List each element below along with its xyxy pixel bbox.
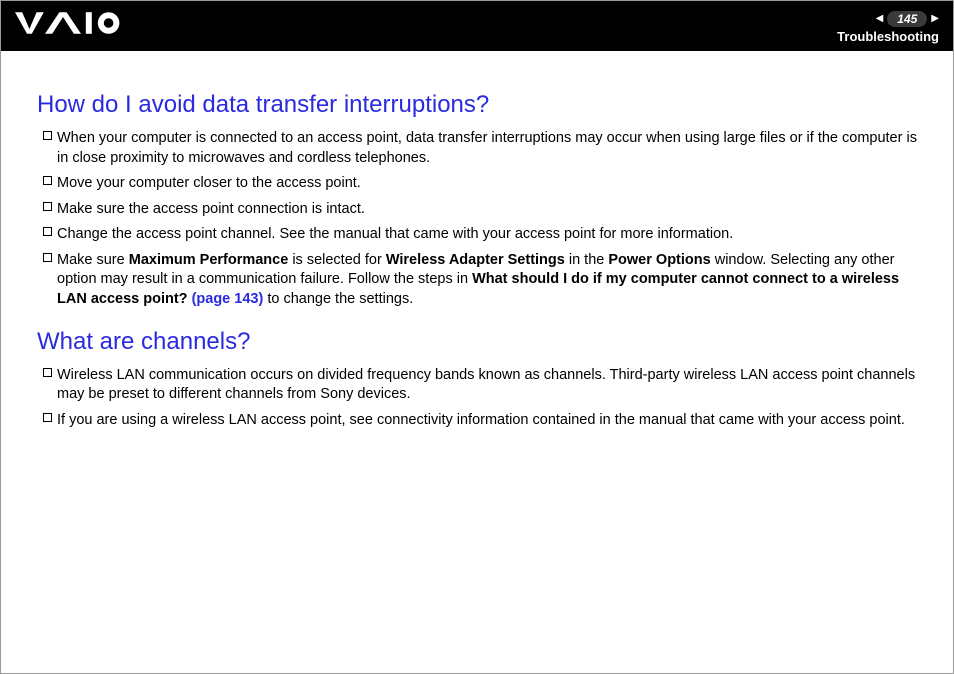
- list-item-text: When your computer is connected to an ac…: [57, 129, 925, 168]
- list-item: Move your computer closer to the access …: [37, 174, 925, 194]
- content: How do I avoid data transfer interruptio…: [1, 51, 953, 468]
- list-item: Wireless LAN communication occurs on div…: [37, 366, 925, 405]
- page: ◀ 145 ▶ Troubleshooting How do I avoid d…: [0, 0, 954, 674]
- header-bar: ◀ 145 ▶ Troubleshooting: [1, 1, 953, 51]
- bullet-icon: [37, 411, 57, 422]
- page-number: 145: [887, 11, 927, 27]
- page-link[interactable]: (page 143): [192, 291, 264, 307]
- vaio-logo: [15, 1, 135, 45]
- list-item: When your computer is connected to an ac…: [37, 129, 925, 168]
- list-item-text: Wireless LAN communication occurs on div…: [57, 366, 925, 405]
- next-page-arrow[interactable]: ▶: [931, 13, 939, 25]
- section-heading: What are channels?: [37, 328, 925, 356]
- list-item: If you are using a wireless LAN access p…: [37, 411, 925, 431]
- prev-page-arrow[interactable]: ◀: [876, 13, 884, 25]
- list-item-text: If you are using a wireless LAN access p…: [57, 411, 925, 431]
- list-item-text: Make sure Maximum Performance is selecte…: [57, 251, 925, 310]
- list-item: Make sure Maximum Performance is selecte…: [37, 251, 925, 310]
- page-nav: ◀ 145 ▶: [876, 11, 939, 27]
- list-item: Change the access point channel. See the…: [37, 225, 925, 245]
- bullet-icon: [37, 129, 57, 140]
- bullet-list: When your computer is connected to an ac…: [37, 129, 925, 310]
- list-item-text: Make sure the access point connection is…: [57, 200, 925, 220]
- bullet-icon: [37, 251, 57, 262]
- bullet-icon: [37, 225, 57, 236]
- bullet-icon: [37, 174, 57, 185]
- section-label: Troubleshooting: [837, 29, 939, 45]
- bullet-icon: [37, 200, 57, 211]
- list-item-text: Move your computer closer to the access …: [57, 174, 925, 194]
- bullet-list: Wireless LAN communication occurs on div…: [37, 366, 925, 431]
- list-item-text: Change the access point channel. See the…: [57, 225, 925, 245]
- list-item: Make sure the access point connection is…: [37, 200, 925, 220]
- header-right: ◀ 145 ▶ Troubleshooting: [837, 11, 939, 45]
- bullet-icon: [37, 366, 57, 377]
- section-heading: How do I avoid data transfer interruptio…: [37, 91, 925, 119]
